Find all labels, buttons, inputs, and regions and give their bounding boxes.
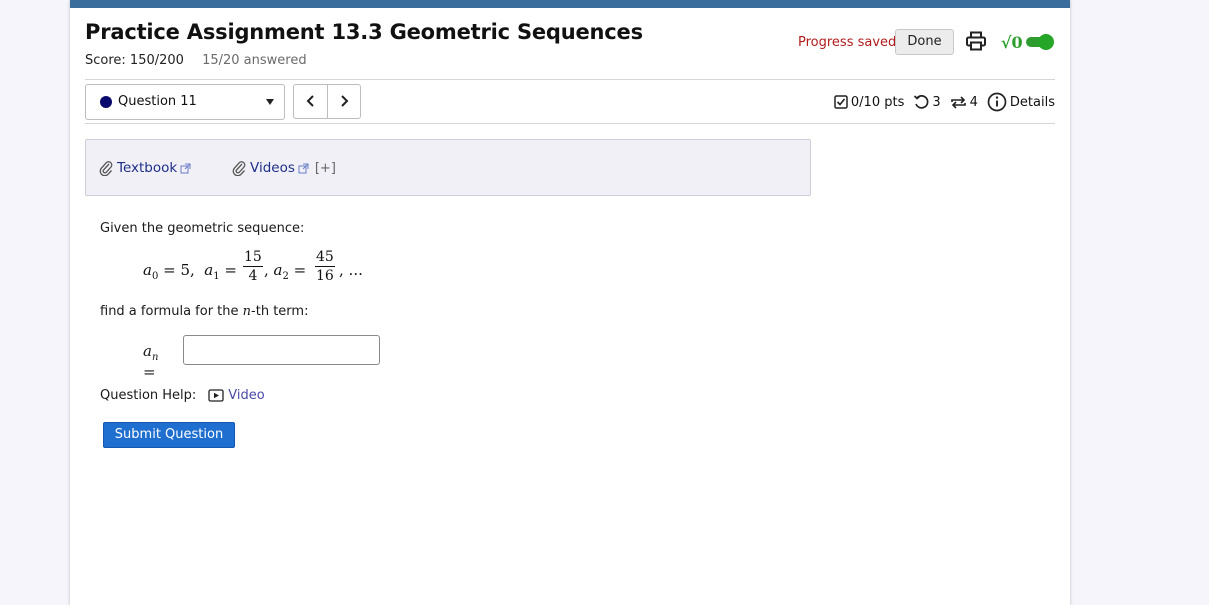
previous-question-button[interactable] [294, 85, 328, 118]
progress-saved-status: Progress saved [798, 35, 897, 50]
details-label: Details [1009, 94, 1055, 110]
assignment-panel: Practice Assignment 13.3 Geometric Seque… [70, 0, 1070, 605]
submit-question-button[interactable]: Submit Question [103, 422, 235, 448]
paperclip-icon [99, 161, 113, 176]
chevron-down-icon [266, 99, 274, 105]
details-link[interactable]: Details [987, 92, 1055, 112]
info-icon [987, 92, 1007, 112]
page-title: Practice Assignment 13.3 Geometric Seque… [85, 20, 643, 44]
question-help-label: Question Help: [100, 388, 197, 403]
retry-icon [914, 95, 929, 109]
points-stat: 0/10 pts [834, 95, 904, 110]
sequence-expression: a0 = 5, a1 = 15 4 , a2 = 45 16 , ... [143, 249, 403, 293]
answer-label: an = [143, 342, 159, 381]
print-icon[interactable] [965, 31, 987, 51]
retries-count: 3 [932, 94, 941, 110]
score-text: Score: 150/200 [85, 53, 184, 68]
math-a2-fraction: 45 16 [315, 249, 335, 284]
attempts-count: 4 [969, 94, 978, 110]
math-a2: , a2 = [264, 261, 307, 282]
math-ellipsis: , ... [339, 261, 363, 279]
help-video-label: Video [228, 388, 265, 403]
retries-stat: 3 [913, 94, 941, 110]
checkbox-icon [834, 95, 848, 109]
math-a1-fraction: 15 4 [243, 249, 263, 284]
question-stats: 0/10 pts 3 4 Details [834, 92, 1055, 112]
question-intro: Given the geometric sequence: [100, 221, 305, 236]
videos-label: Videos [250, 160, 295, 176]
attempts-stat: 4 [950, 95, 978, 110]
divider [85, 79, 1055, 80]
question-prompt: find a formula for the n-th term: [100, 304, 309, 319]
chevron-left-icon [306, 95, 314, 107]
next-question-button[interactable] [327, 85, 360, 118]
score-row: Score: 150/200 15/20 answered [85, 53, 307, 68]
question-select-label: Question 11 [118, 94, 197, 109]
external-link-icon [298, 163, 309, 173]
paperclip-icon [232, 161, 246, 176]
divider [85, 123, 1055, 124]
repeat-icon [950, 95, 966, 109]
question-nav-group [293, 84, 361, 119]
answer-input[interactable] [183, 335, 380, 365]
math-a0: a0 = 5, a1 = [143, 261, 237, 282]
external-link-icon [180, 163, 191, 173]
points-text: 0/10 pts [850, 94, 905, 110]
resources-box: Textbook Videos [+] [85, 139, 811, 196]
top-bar [70, 0, 1070, 8]
chevron-right-icon [340, 95, 348, 107]
question-help: Question Help: Video [100, 388, 265, 403]
textbook-link[interactable]: Textbook [99, 160, 191, 176]
toggle-knob [1037, 34, 1054, 50]
math-display-toggle[interactable]: √0 [1001, 30, 1054, 54]
done-button[interactable]: Done [895, 29, 954, 55]
toggle-switch[interactable] [1025, 34, 1054, 50]
help-video-link[interactable]: Video [196, 388, 265, 403]
answered-count: 15/20 answered [202, 53, 307, 68]
question-status-dot-icon [100, 96, 112, 108]
question-select[interactable]: Question 11 [85, 84, 285, 120]
sqrt-icon: √0 [1001, 32, 1023, 52]
play-video-icon [208, 389, 224, 402]
videos-link[interactable]: Videos [+] [232, 160, 336, 176]
textbook-label: Textbook [117, 160, 178, 176]
expand-videos-toggle[interactable]: [+] [315, 161, 336, 176]
